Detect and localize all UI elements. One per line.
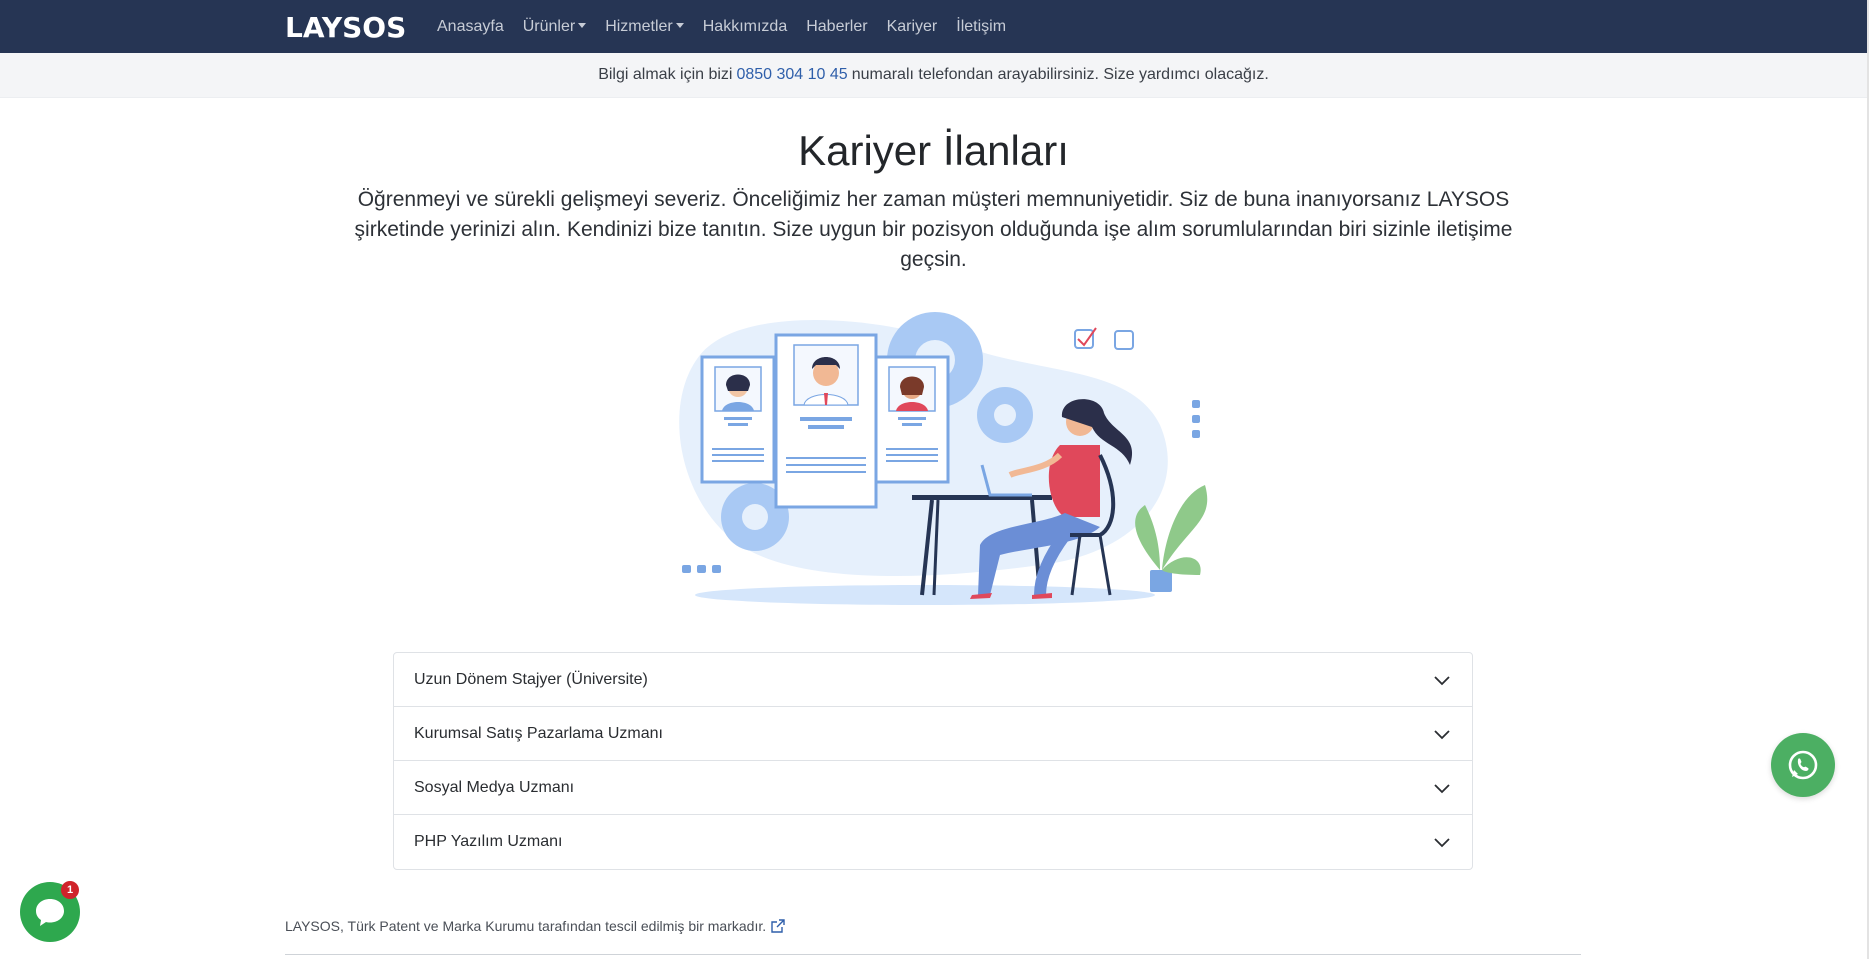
job-title: Kurumsal Satış Pazarlama Uzmanı	[414, 724, 663, 742]
chevron-down-icon	[1434, 783, 1450, 793]
job-item[interactable]: PHP Yazılım Uzmanı	[394, 815, 1472, 869]
nav-item-label: Ürünler	[522, 17, 576, 35]
nav-item-urunler[interactable]: Ürünler	[522, 17, 587, 36]
job-item[interactable]: Sosyal Medya Uzmanı	[394, 761, 1472, 815]
chevron-down-icon	[1434, 675, 1450, 685]
job-title: Sosyal Medya Uzmanı	[414, 778, 575, 796]
nav-item-haberler[interactable]: Haberler	[806, 18, 867, 36]
nav-item-label: Haberler	[806, 17, 868, 35]
caret-down-icon	[578, 23, 587, 28]
nav-item-anasayfa[interactable]: Anasayfa	[437, 18, 504, 36]
nav-item-label: Hakkımızda	[702, 17, 788, 35]
phone-link[interactable]: 0850 304 10 45	[736, 66, 847, 84]
nav-item-hizmetler[interactable]: Hizmetler	[605, 18, 684, 36]
infobar-text-after: numaralı telefondan arayabilirsiniz. Siz…	[851, 66, 1269, 83]
job-accordion: Uzun Dönem Stajyer (Üniversite) Kurumsal…	[393, 652, 1473, 870]
infobar-text-before: Bilgi almak için bizi	[598, 66, 733, 83]
contact-infobar: Bilgi almak için bizi 0850 304 10 45 num…	[0, 53, 1867, 98]
nav-item-iletisim[interactable]: İletişim	[956, 18, 1006, 36]
nav-menu: Anasayfa Ürünler Hizmetler Hakkımızda Ha…	[437, 0, 1025, 53]
footer-divider	[285, 954, 1581, 955]
caret-down-icon	[675, 23, 684, 28]
nav-item-label: Hizmetler	[605, 17, 673, 35]
nav-item-hakkimizda[interactable]: Hakkımızda	[703, 18, 787, 36]
whatsapp-button[interactable]	[1771, 733, 1835, 797]
nav-item-label: Kariyer	[886, 17, 938, 35]
chat-bubble-icon	[36, 899, 64, 926]
chevron-down-icon	[1434, 838, 1450, 848]
job-title: Uzun Dönem Stajyer (Üniversite)	[414, 670, 648, 688]
nav-item-label: İletişim	[956, 17, 1007, 35]
job-item[interactable]: Kurumsal Satış Pazarlama Uzmanı	[394, 707, 1472, 761]
trademark-text: LAYSOS, Türk Patent ve Marka Kurumu tara…	[285, 918, 767, 934]
page-intro: Öğrenmeyi ve sürekli gelişmeyi severiz. …	[354, 188, 1513, 271]
career-illustration	[679, 312, 1208, 605]
job-item[interactable]: Uzun Dönem Stajyer (Üniversite)	[394, 653, 1472, 707]
chevron-down-icon	[1434, 729, 1450, 739]
nav-item-label: Anasayfa	[437, 17, 504, 35]
brand-logo[interactable]: LAYSOS	[285, 11, 406, 44]
external-link-icon[interactable]	[770, 918, 786, 934]
top-navbar: LAYSOS Anasayfa Ürünler Hizmetler Hakkım…	[0, 0, 1867, 53]
chat-notification-badge: 1	[61, 881, 79, 899]
whatsapp-icon	[1788, 750, 1818, 780]
nav-item-kariyer[interactable]: Kariyer	[887, 18, 938, 36]
page-title: Kariyer İlanları	[798, 127, 1069, 174]
job-title: PHP Yazılım Uzmanı	[414, 833, 563, 850]
trademark-note: LAYSOS, Türk Patent ve Marka Kurumu tara…	[285, 918, 786, 934]
